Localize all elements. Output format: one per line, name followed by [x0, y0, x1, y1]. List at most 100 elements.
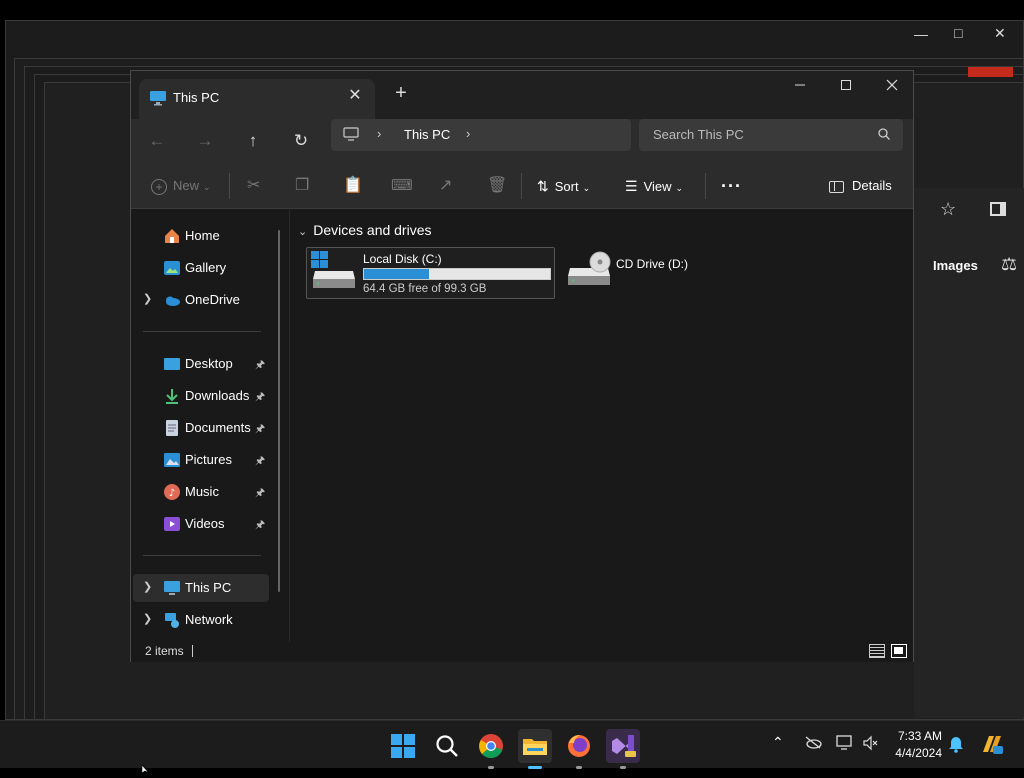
details-view-icon[interactable] [869, 644, 885, 658]
sort-button[interactable]: ⇅ Sort ⌄ [537, 173, 590, 199]
minimize-button[interactable] [777, 75, 823, 105]
network-icon [163, 611, 181, 629]
drive-name: CD Drive (D:) [616, 257, 688, 271]
search-icon[interactable] [430, 729, 464, 763]
file-explorer-icon[interactable] [518, 729, 552, 769]
delete-icon[interactable]: 🗑 [487, 173, 507, 199]
breadcrumb-location[interactable]: This PC [404, 127, 450, 142]
nav-scrollbar[interactable] [278, 230, 280, 592]
sidebar-item-videos[interactable]: Videos 🖈 [133, 510, 269, 538]
taskbar: ⌃ 7:33 AM 4/4/2024 [0, 720, 1024, 769]
background-maximize-icon[interactable]: □ [954, 25, 962, 41]
address-bar[interactable]: › This PC › [331, 119, 631, 151]
drive-name: Local Disk (C:) [363, 252, 442, 266]
firefox-icon[interactable] [562, 729, 596, 769]
new-tab-button[interactable]: + [389, 81, 413, 105]
sidebar-item-documents[interactable]: Documents 🖈 [133, 414, 269, 442]
chevron-down-icon: ⌄ [203, 182, 211, 192]
onedrive-status-icon[interactable] [804, 735, 822, 754]
sidebar-item-label: Desktop [185, 356, 233, 371]
tiles-view-icon[interactable] [891, 644, 907, 658]
chevron-right-icon[interactable]: ❯ [143, 580, 152, 593]
drive-tile-d[interactable]: CD Drive (D:) [564, 247, 764, 299]
gallery-icon [163, 259, 181, 277]
visual-studio-icon[interactable] [606, 729, 640, 769]
sidebar-item-gallery[interactable]: Gallery [133, 254, 269, 282]
paste-icon[interactable]: 📋 [343, 173, 363, 199]
sidebar-item-music[interactable]: ♪ Music 🖈 [133, 478, 269, 506]
pin-icon[interactable]: 🖈 [255, 516, 265, 535]
content-pane: ⌄ Devices and drives Local Disk (C:) 64.4… [289, 210, 913, 642]
new-button[interactable]: + New ⌄ [151, 173, 211, 199]
background-images-label[interactable]: Images [933, 258, 978, 273]
sidebar-item-label: Network [185, 612, 233, 627]
chevron-right-icon[interactable]: ❯ [143, 292, 152, 305]
back-button[interactable]: ← [143, 127, 171, 155]
section-header[interactable]: ⌄ Devices and drives [298, 222, 432, 240]
notification-bell-icon[interactable] [948, 735, 964, 758]
more-options-icon[interactable]: ··· [721, 173, 742, 199]
sidebar-item-this-pc[interactable]: ❯ This PC [133, 574, 269, 602]
view-button[interactable]: ☰ View ⌄ [625, 173, 683, 199]
clock[interactable]: 7:33 AM 4/4/2024 [890, 729, 942, 760]
status-bar: 2 items [131, 642, 913, 662]
search-placeholder: Search This PC [653, 127, 744, 142]
up-button[interactable]: ↑ [239, 127, 267, 155]
pin-icon[interactable]: 🖈 [255, 484, 265, 503]
picture-icon [163, 451, 181, 469]
svg-text:♪: ♪ [169, 488, 175, 499]
cut-icon[interactable]: ✂ [247, 173, 260, 199]
drive-free-space: 64.4 GB free of 99.3 GB [363, 283, 487, 295]
sidebar-item-desktop[interactable]: Desktop 🖈 [133, 350, 269, 378]
chevron-down-icon: ⌄ [582, 183, 591, 193]
volume-muted-icon[interactable] [862, 735, 878, 756]
pin-icon[interactable]: 🖈 [255, 452, 265, 471]
sidebar-item-network[interactable]: ❯ Network [133, 606, 269, 634]
sidebar-item-home[interactable]: Home [133, 222, 269, 250]
chrome-icon[interactable] [474, 729, 508, 769]
background-star-icon[interactable]: ☆ [940, 199, 956, 220]
network-status-icon[interactable] [836, 735, 854, 756]
chevron-down-icon[interactable]: ⌄ [298, 226, 307, 238]
drive-tile-c[interactable]: Local Disk (C:) 64.4 GB free of 99.3 GB [306, 247, 555, 299]
maximize-button[interactable] [823, 75, 869, 105]
background-sidebar-icon[interactable] [990, 202, 1006, 216]
clock-time: 7:33 AM [897, 729, 942, 743]
search-icon [877, 127, 891, 146]
sidebar-item-pictures[interactable]: Pictures 🖈 [133, 446, 269, 474]
command-divider [229, 173, 230, 199]
share-icon[interactable]: ↗ [439, 173, 452, 199]
document-icon [163, 419, 181, 437]
tab-close-icon[interactable]: ✕ [347, 87, 363, 105]
rename-icon[interactable]: ⌨ [391, 173, 413, 199]
breadcrumb-chevron-icon[interactable]: › [377, 126, 381, 141]
start-icon[interactable] [386, 729, 420, 763]
copilot-icon[interactable] [980, 732, 1004, 761]
copy-icon[interactable]: ❐ [295, 173, 309, 199]
chevron-right-icon[interactable]: ❯ [143, 612, 152, 625]
download-icon [163, 387, 181, 405]
background-close-icon[interactable]: ✕ [994, 25, 1006, 42]
add-icon: + [151, 178, 167, 195]
refresh-button[interactable]: ↻ [287, 127, 315, 155]
breadcrumb-chevron-icon[interactable]: › [466, 126, 470, 141]
details-button[interactable]: Details [829, 173, 892, 199]
sort-icon: ⇅ [537, 178, 549, 194]
show-hidden-icons-icon[interactable]: ⌃ [772, 734, 784, 751]
nav-divider [143, 555, 261, 556]
navigation-pane: Home Gallery ❯ OneDrive Desktop 🖈 Downlo… [131, 210, 289, 642]
sidebar-item-downloads[interactable]: Downloads 🖈 [133, 382, 269, 410]
search-box[interactable]: Search This PC [639, 119, 903, 151]
sidebar-item-label: Music [185, 484, 219, 499]
pin-icon[interactable]: 🖈 [255, 356, 265, 375]
pin-icon[interactable]: 🖈 [255, 420, 265, 439]
pin-icon[interactable]: 🖈 [255, 388, 265, 407]
title-bar: This PC ✕ + [131, 71, 913, 119]
sidebar-item-label: OneDrive [185, 292, 240, 307]
tab-this-pc[interactable]: This PC ✕ [139, 79, 375, 119]
sidebar-item-onedrive[interactable]: ❯ OneDrive [133, 286, 269, 314]
forward-button[interactable]: → [191, 127, 219, 155]
background-flask-icon[interactable]: ⚖ [1001, 254, 1017, 275]
close-button[interactable] [869, 75, 915, 105]
background-minimize-icon[interactable]: — [914, 26, 928, 42]
